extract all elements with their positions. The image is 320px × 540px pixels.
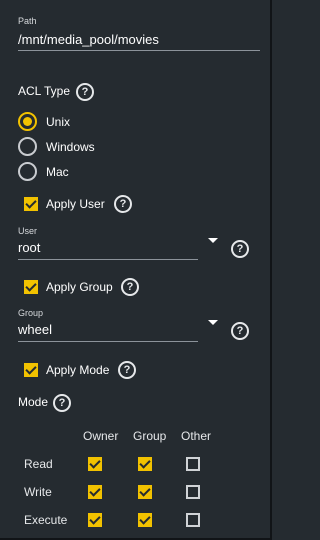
- apply-mode-checkbox[interactable]: [24, 363, 38, 377]
- user-chevron-down-icon[interactable]: [208, 238, 218, 243]
- user-select[interactable]: root: [18, 240, 40, 255]
- apply-mode-help-icon[interactable]: ?: [118, 361, 136, 379]
- acl-type-help-icon[interactable]: ?: [76, 83, 94, 101]
- row-execute-label: Execute: [24, 513, 68, 527]
- group-help-icon[interactable]: ?: [231, 322, 249, 340]
- path-underline: [18, 50, 260, 51]
- mode-label: Mode: [18, 395, 49, 409]
- write-group-checkbox[interactable]: [138, 485, 152, 499]
- execute-owner-checkbox[interactable]: [88, 513, 102, 527]
- read-group-checkbox[interactable]: [138, 457, 152, 471]
- group-chevron-down-icon[interactable]: [208, 320, 218, 325]
- execute-other-checkbox[interactable]: [186, 513, 200, 527]
- user-underline: [18, 259, 198, 260]
- col-other: Other: [181, 429, 212, 443]
- group-select[interactable]: wheel: [18, 322, 52, 337]
- mode-help-icon[interactable]: ?: [53, 394, 71, 412]
- group-label: Group: [18, 308, 44, 318]
- row-write-label: Write: [24, 485, 52, 499]
- apply-group-label: Apply Group: [46, 280, 113, 294]
- read-other-checkbox[interactable]: [186, 457, 200, 471]
- col-group: Group: [133, 429, 167, 443]
- apply-user-label: Apply User: [46, 197, 105, 211]
- user-help-icon[interactable]: ?: [231, 240, 249, 258]
- user-label: User: [18, 226, 38, 236]
- radio-windows[interactable]: [18, 137, 37, 156]
- write-owner-checkbox[interactable]: [88, 485, 102, 499]
- apply-group-checkbox[interactable]: [24, 280, 38, 294]
- radio-unix-label: Unix: [46, 115, 71, 129]
- group-underline: [18, 341, 198, 342]
- radio-mac-label: Mac: [46, 165, 69, 179]
- col-owner: Owner: [83, 429, 119, 443]
- apply-mode-label: Apply Mode: [46, 363, 110, 377]
- panel-border-right: [270, 0, 272, 540]
- radio-unix[interactable]: [18, 112, 37, 131]
- radio-windows-label: Windows: [46, 140, 95, 154]
- radio-mac[interactable]: [18, 162, 37, 181]
- apply-user-checkbox[interactable]: [24, 197, 38, 211]
- write-other-checkbox[interactable]: [186, 485, 200, 499]
- apply-group-help-icon[interactable]: ?: [121, 278, 139, 296]
- row-read-label: Read: [24, 457, 53, 471]
- execute-group-checkbox[interactable]: [138, 513, 152, 527]
- path-label: Path: [18, 16, 37, 26]
- read-owner-checkbox[interactable]: [88, 457, 102, 471]
- path-input[interactable]: /mnt/media_pool/movies: [18, 32, 159, 47]
- acl-type-label: ACL Type: [18, 84, 71, 98]
- apply-user-help-icon[interactable]: ?: [114, 195, 132, 213]
